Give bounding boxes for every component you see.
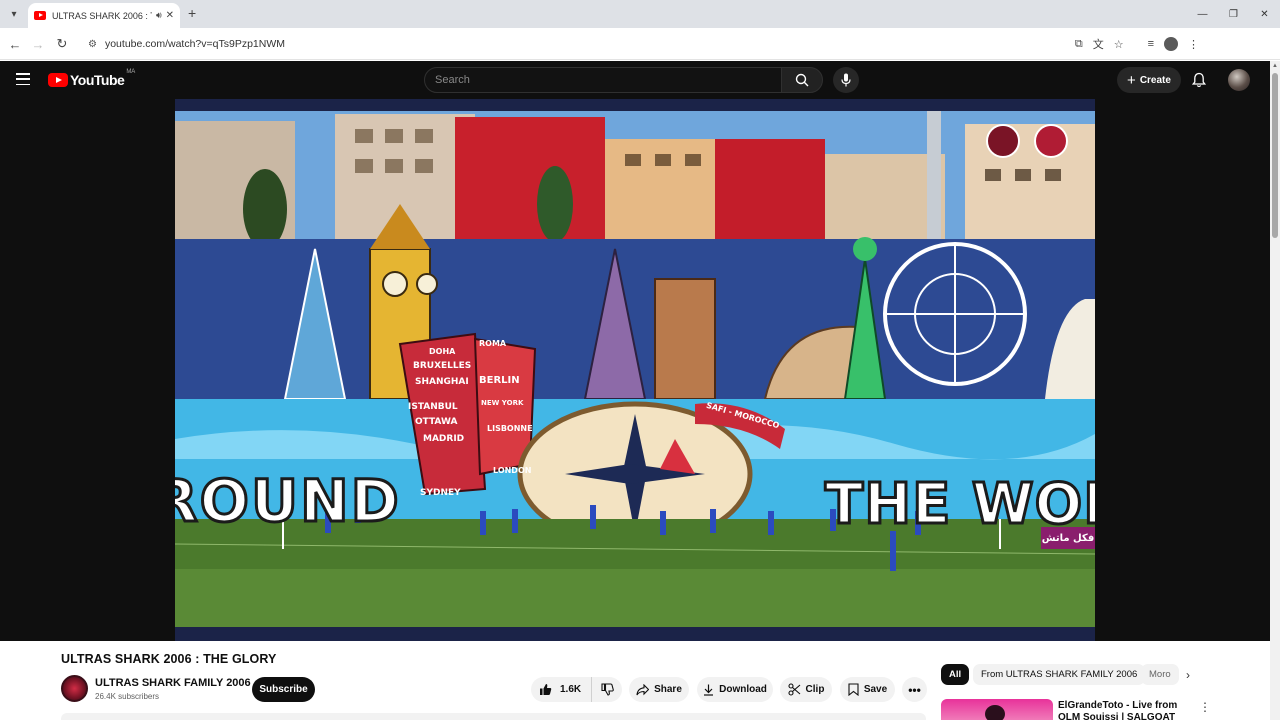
city-label: SYDNEY — [420, 488, 461, 498]
bell-glyph — [1191, 72, 1207, 88]
share-arrow-icon — [636, 683, 650, 695]
dislike-button[interactable] — [592, 677, 622, 702]
tifo-banner-left: ROUND — [175, 466, 401, 537]
search-button[interactable] — [781, 67, 823, 93]
clip-label: Clip — [805, 684, 825, 695]
profile-avatar-icon[interactable] — [1164, 37, 1178, 51]
youtube-logo[interactable]: YouTube MA — [48, 69, 136, 88]
omnibox-actions: ⧉ 文 ☆ ≡ ⋮ — [1075, 32, 1199, 56]
back-arrow-icon[interactable]: ← — [5, 34, 25, 54]
download-label: Download — [719, 684, 767, 695]
plus-icon: + — [1127, 71, 1136, 89]
hamburger-menu-icon[interactable] — [16, 73, 30, 85]
reading-list-icon[interactable]: ≡ — [1148, 38, 1154, 50]
browser-tab-active[interactable]: ULTRAS SHARK 2006 : THE 🔊︎ ✕ — [28, 3, 180, 28]
share-label: Share — [654, 684, 682, 695]
like-dislike-group: 1.6K — [531, 677, 622, 702]
bookmark-icon — [848, 683, 859, 696]
channel-avatar[interactable] — [61, 675, 88, 702]
address-bar[interactable]: ⚙︎ youtube.com/watch?v=qTs9Pzp1NWM ⧉ 文 ☆… — [80, 32, 1205, 56]
video-title: ULTRAS SHARK 2006 : THE GLORY — [61, 652, 277, 666]
close-window-icon[interactable]: ✕ — [1249, 0, 1280, 28]
site-settings-icon[interactable]: ⚙︎ — [88, 39, 97, 50]
city-label: ISTANBUL — [408, 402, 458, 412]
download-button[interactable]: Download — [697, 677, 773, 702]
more-actions-button[interactable]: ••• — [902, 677, 927, 702]
youtube-play-logo-icon — [48, 73, 68, 87]
browser-toolbar: ← → ↻ ⚙︎ youtube.com/watch?v=qTs9Pzp1NWM… — [0, 28, 1280, 60]
city-label: BERLIN — [479, 375, 520, 386]
scissors-icon — [787, 683, 800, 696]
city-label: DOHA — [429, 347, 456, 356]
video-frame — [175, 99, 1095, 641]
chevron-right-icon[interactable]: › — [1186, 668, 1190, 682]
restore-icon[interactable]: ❐ — [1218, 0, 1249, 28]
chip-all[interactable]: All — [941, 664, 970, 685]
save-label: Save — [863, 684, 888, 695]
tab-search-icon[interactable]: ▾ — [4, 4, 24, 24]
city-label: ROMA — [479, 339, 507, 348]
recommendation-thumbnail[interactable] — [941, 699, 1053, 720]
download-icon — [704, 684, 714, 696]
youtube-masthead: YouTube MA + Create — [0, 61, 1270, 99]
notifications-bell-icon[interactable] — [1191, 72, 1207, 93]
cast-icon[interactable]: ⧉ — [1075, 38, 1083, 51]
reload-icon[interactable]: ↻ — [52, 34, 72, 54]
thumbs-down-icon — [601, 683, 614, 696]
share-button[interactable]: Share — [629, 677, 689, 702]
scroll-thumb[interactable] — [1272, 73, 1278, 238]
like-button[interactable]: 1.6K — [531, 677, 593, 702]
voice-search-button[interactable] — [833, 67, 859, 93]
tab-title: ULTRAS SHARK 2006 : THE — [52, 10, 152, 21]
thumbs-up-icon — [540, 684, 552, 695]
city-label: SHANGHAI — [415, 377, 469, 387]
video-player[interactable]: ROUND THE WORLD فكل ماتش ROMA DOHA BRUXE… — [175, 99, 1095, 641]
more-horizontal-icon: ••• — [908, 682, 921, 697]
create-button[interactable]: + Create — [1117, 67, 1181, 93]
url-text: youtube.com/watch?v=qTs9Pzp1NWM — [104, 38, 286, 50]
page-scrollbar[interactable]: ▲ — [1270, 61, 1280, 720]
speaker-icon[interactable]: 🔊︎ — [156, 10, 162, 21]
channel-name[interactable]: ULTRAS SHARK FAMILY 2006 — [95, 677, 251, 689]
like-count: 1.6K — [560, 684, 582, 695]
recommendation-title[interactable]: ElGrandeToto - Live from OLM Souissi | S… — [1058, 700, 1193, 720]
scroll-up-arrow-icon[interactable]: ▲ — [1272, 63, 1278, 69]
minimize-icon[interactable]: — — [1187, 0, 1218, 28]
chip-from-channel[interactable]: From ULTRAS SHARK FAMILY 2006 — [973, 664, 1146, 685]
city-label: MADRID — [423, 434, 465, 444]
recommendation-menu-icon[interactable]: ⋮ — [1199, 700, 1211, 714]
clip-button[interactable]: Clip — [780, 677, 832, 702]
corner-arabic-caption: فكل ماتش — [1041, 527, 1095, 549]
new-tab-plus-icon[interactable]: + — [188, 5, 196, 21]
search-input[interactable] — [435, 74, 781, 86]
search-icon — [795, 73, 809, 87]
youtube-logo-text: YouTube — [70, 72, 125, 88]
browser-tab-strip: ▾ ULTRAS SHARK 2006 : THE 🔊︎ ✕ + — ❐ ✕ — [0, 0, 1280, 28]
close-tab-icon[interactable]: ✕ — [166, 10, 174, 21]
account-avatar[interactable] — [1228, 69, 1250, 91]
save-button[interactable]: Save — [840, 677, 895, 702]
subscriber-count: 26.4K subscribers — [95, 692, 160, 701]
window-controls: — ❐ ✕ — [1187, 0, 1280, 28]
bookmark-star-icon[interactable]: ☆ — [1114, 38, 1124, 51]
city-label: BRUXELLES — [413, 361, 472, 371]
description-box[interactable] — [61, 713, 926, 720]
country-code: MA — [126, 69, 136, 75]
city-label: LISBONNE — [487, 424, 533, 433]
create-label: Create — [1139, 74, 1171, 86]
city-label: LONDON — [493, 466, 532, 475]
youtube-favicon-icon — [34, 11, 46, 20]
forward-arrow-icon[interactable]: → — [28, 34, 48, 54]
microphone-icon — [841, 73, 851, 87]
chip-morocco[interactable]: Moro — [1141, 664, 1179, 685]
search-field[interactable] — [424, 67, 782, 93]
city-label: NEW YORK — [481, 399, 524, 407]
city-label: OTTAWA — [415, 417, 458, 427]
subscribe-button[interactable]: Subscribe — [252, 677, 315, 702]
translate-icon[interactable]: 文 — [1093, 36, 1104, 52]
kebab-menu-icon[interactable]: ⋮ — [1188, 38, 1199, 51]
